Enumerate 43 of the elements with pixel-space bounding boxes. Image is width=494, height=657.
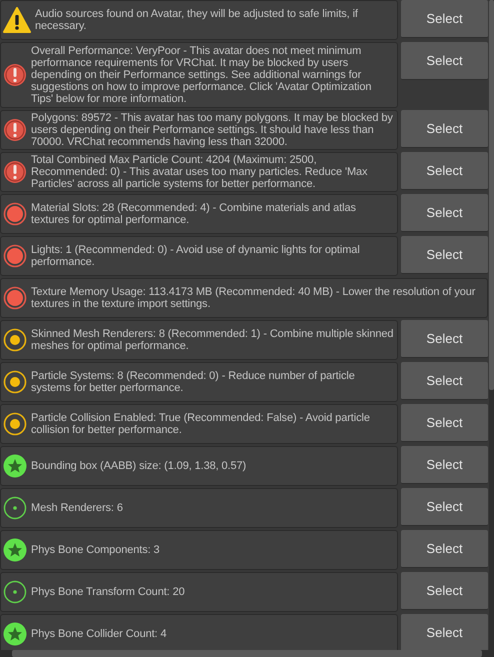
select-button[interactable]: Select	[401, 152, 488, 190]
message-text: Bounding box (AABB) size: (1.09, 1.38, 0.57)	[31, 460, 246, 472]
message-text: Particle Systems: 8 (Recommended: 0) - Reduce number of particle systems for better performance.	[31, 370, 356, 394]
horizontal-scrollbar[interactable]	[0, 650, 494, 657]
select-button[interactable]: Select	[401, 320, 488, 358]
vertical-scrollbar[interactable]	[489, 0, 494, 650]
error-icon	[3, 63, 27, 87]
status-circle-icon	[3, 328, 27, 352]
warning-icon	[3, 7, 31, 33]
select-button[interactable]: Select	[401, 110, 488, 148]
select-button[interactable]: Select	[401, 530, 488, 568]
select-button[interactable]: Select	[401, 572, 488, 610]
status-circle-icon	[3, 202, 27, 226]
select-button[interactable]: Select	[401, 404, 488, 442]
status-ring-icon	[3, 580, 27, 604]
select-button[interactable]: Select	[401, 488, 488, 526]
message-text: Overall Performance: VeryPoor - This avatar does not meet minimum performance requirements for VRChat. It may be blocked by users depending on their Performance settings. See additional warnings for suggestions on how to improve performance. Click 'Avatar Optimization Tips' below for more information.	[31, 45, 372, 105]
select-button[interactable]: Select	[401, 236, 488, 274]
message-text: Phys Bone Collider Count: 4	[31, 628, 166, 640]
message-text: Phys Bone Transform Count: 20	[31, 586, 185, 598]
message-text: Total Combined Max Particle Count: 4204 (Maximum: 2500, Recommended: 0) - This avatar uses too many particles. Reduce 'Max Particles' across all particle systems for better performance.	[31, 154, 368, 190]
message-text: Polygons: 89572 - This avatar has too many polygons. It may be blocked by users depending on their Performance settings. It should have less than 70000. VRChat recommends having less than 32000.	[31, 112, 394, 148]
status-circle-icon	[3, 370, 27, 394]
error-icon	[3, 118, 27, 142]
select-button[interactable]: Select	[401, 362, 488, 400]
message-text: Particle Collision Enabled: True (Recommended: False) - Avoid particle collision for better performance.	[31, 412, 371, 436]
status-ring-icon	[3, 496, 27, 520]
select-button[interactable]: Select	[401, 0, 488, 38]
message-text: Material Slots: 28 (Recommended: 4) - Combine materials and atlas textures for optimal performance.	[31, 202, 357, 226]
status-circle-icon	[3, 244, 27, 268]
message-text: Audio sources found on Avatar, they will be adjusted to safe limits, if necessary.	[35, 8, 359, 32]
select-button[interactable]: Select	[401, 446, 488, 484]
message-text: Phys Bone Components: 3	[31, 544, 160, 556]
message-text: Lights: 1 (Recommended: 0) - Avoid use of dynamic lights for optimal performance.	[31, 244, 361, 268]
status-circle-icon	[3, 412, 27, 436]
error-icon	[3, 160, 27, 184]
select-button[interactable]: Select	[401, 42, 488, 80]
message-text: Texture Memory Usage: 113.4173 MB (Recommended: 40 MB) - Lower the resolution of your textures in the texture import settings.	[31, 286, 476, 310]
status-circle-icon	[3, 286, 27, 310]
select-button[interactable]: Select	[401, 194, 488, 232]
message-text: Skinned Mesh Renderers: 8 (Recommended: 1) - Combine multiple skinned meshes for optimal performance.	[31, 328, 394, 352]
select-button[interactable]: Select	[401, 614, 488, 650]
message-text: Mesh Renderers: 6	[31, 502, 123, 514]
